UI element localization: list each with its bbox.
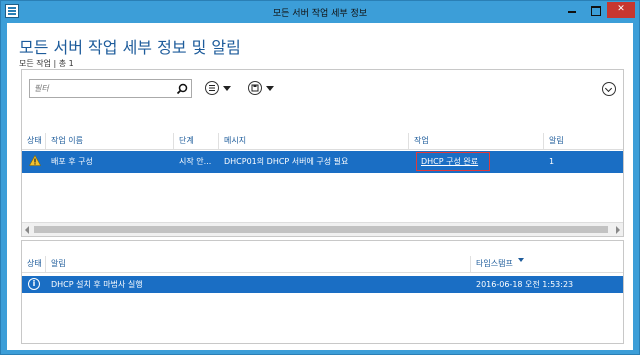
col-header-status[interactable]: 상태: [22, 133, 46, 149]
task-message: DHCP01의 DHCP 서버에 구성 필요: [224, 157, 349, 166]
col-header-message[interactable]: 메시지: [219, 133, 409, 149]
chevron-down-icon: [266, 86, 274, 91]
tasks-toolbar: [22, 70, 623, 110]
dialog-content: 모든 서버 작업 세부 정보 및 알림 모든 작업 | 총 1 필터 상태 작업…: [7, 23, 633, 350]
task-count: 모든 작업 | 총 1: [19, 59, 74, 68]
scroll-right-icon[interactable]: [616, 226, 620, 234]
notification-timestamp: 2016-06-18 오전 1:53:23: [476, 280, 574, 289]
col-header-status[interactable]: 상태: [22, 256, 46, 272]
search-icon[interactable]: [176, 83, 188, 95]
scrollbar-thumb[interactable]: [34, 226, 608, 233]
table-row[interactable]: i DHCP 설치 후 마법사 실행 2016-06-18 오전 1:53:23: [22, 276, 623, 293]
chevron-down-icon: [223, 86, 231, 91]
horizontal-scrollbar[interactable]: [22, 222, 623, 236]
minimize-button[interactable]: [561, 2, 583, 18]
close-button[interactable]: ✕: [607, 2, 635, 18]
filter-box[interactable]: [29, 79, 192, 98]
page-title: 모든 서버 작업 세부 정보 및 알림: [19, 38, 241, 57]
complete-dhcp-config-link[interactable]: DHCP 구성 완료: [416, 151, 496, 173]
save-icon: [248, 81, 262, 95]
save-query-button[interactable]: [248, 80, 278, 97]
warning-icon: [29, 155, 41, 166]
tasks-table-header: 상태 작업 이름 단계 메시지 작업 알림: [22, 133, 623, 150]
scroll-left-icon[interactable]: [25, 226, 29, 234]
collapse-toggle-icon[interactable]: [602, 82, 616, 96]
col-header-task-name[interactable]: 작업 이름: [46, 133, 174, 149]
filter-input[interactable]: [30, 80, 174, 97]
task-stage: 시작 안...: [179, 157, 212, 166]
notifications-panel: 상태 알림 타임스탬프 i DHCP 설치 후 마법사 실행 2016-06-1…: [21, 240, 624, 344]
list-options-button[interactable]: [205, 80, 235, 97]
notification-count: 1: [549, 157, 555, 166]
col-header-timestamp[interactable]: 타임스탬프: [471, 256, 611, 272]
notifications-table-header: 상태 알림 타임스탬프: [22, 256, 623, 273]
tasks-panel: 상태 작업 이름 단계 메시지 작업 알림 배포 후 구성 시작 안... DH…: [21, 69, 624, 237]
col-header-stage[interactable]: 단계: [174, 133, 219, 149]
title-bar[interactable]: 모든 서버 작업 세부 정보 ✕: [1, 1, 639, 23]
col-header-action[interactable]: 작업: [409, 133, 544, 149]
info-icon: i: [28, 278, 40, 290]
maximize-button[interactable]: [584, 2, 606, 18]
notification-message: DHCP 설치 후 마법사 실행: [51, 280, 143, 289]
sort-descending-icon: [518, 258, 524, 262]
dialog-window: 모든 서버 작업 세부 정보 ✕ 모든 서버 작업 세부 정보 및 알림 모든 …: [0, 0, 640, 355]
col-header-notification[interactable]: 알림: [46, 256, 471, 272]
col-header-notifications[interactable]: 알림: [544, 133, 612, 149]
table-row[interactable]: 배포 후 구성 시작 안... DHCP01의 DHCP 서버에 구성 필요 D…: [22, 151, 623, 173]
window-title: 모든 서버 작업 세부 정보: [272, 9, 368, 19]
list-icon: [205, 81, 219, 95]
task-name: 배포 후 구성: [51, 157, 93, 166]
